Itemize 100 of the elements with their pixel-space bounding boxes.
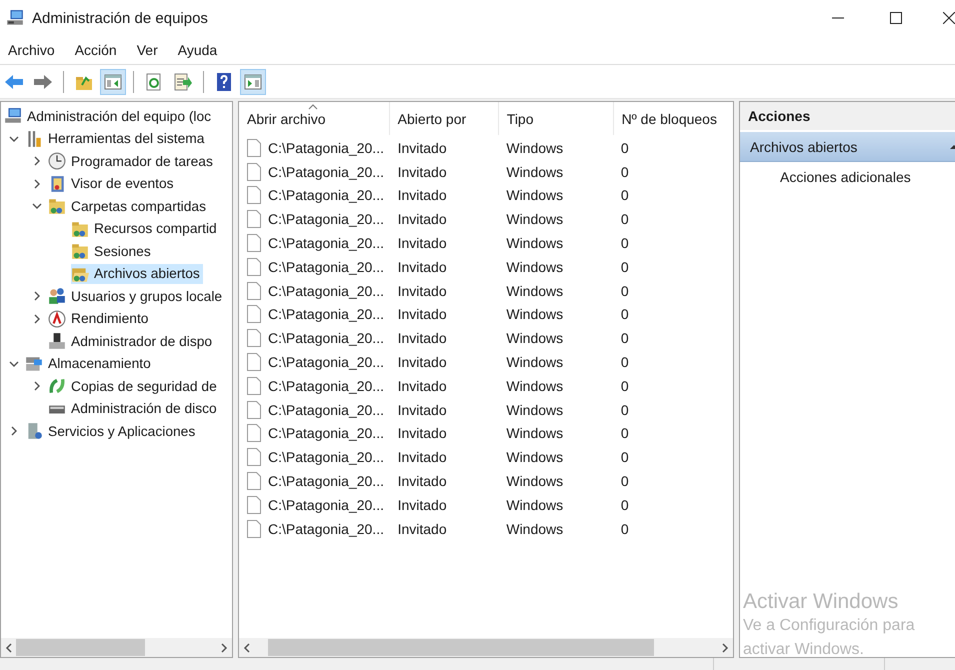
table-cell: 0 [620, 520, 629, 537]
table-cell: Windows [506, 282, 564, 299]
table-cell: C:\Patagonia_20... [268, 378, 384, 394]
table-cell: Invitado [398, 520, 447, 537]
table-cell: 0 [620, 306, 629, 322]
table-cell: Windows [506, 425, 564, 442]
chevron-right-icon[interactable] [721, 642, 729, 652]
activation-title: Activar Windows [743, 590, 900, 614]
shared-folder-icon [71, 242, 89, 260]
column-header[interactable]: Nº de bloqueos [614, 102, 733, 135]
table-cell: C:\Patagonia_20... [268, 496, 384, 513]
horizontal-scrollbar[interactable] [239, 638, 733, 657]
chevron-left-icon[interactable] [243, 642, 251, 652]
table-cell: 0 [620, 258, 629, 275]
table-cell: Windows [506, 473, 564, 490]
chevron-icon[interactable] [32, 291, 42, 302]
chevron-icon[interactable] [9, 358, 19, 369]
table-cell: 0 [620, 449, 629, 466]
chevron-icon[interactable] [32, 381, 42, 392]
chevron-icon[interactable] [32, 156, 42, 166]
tree-item[interactable]: Sesiones [71, 241, 154, 262]
table-cell: Windows [506, 520, 564, 537]
table-cell: Windows [506, 235, 564, 252]
table-cell: Invitado [398, 449, 447, 466]
chevron-icon[interactable] [32, 314, 42, 324]
column-header[interactable]: Tipo [498, 102, 614, 135]
chevron-icon[interactable] [32, 178, 42, 189]
file-icon [247, 376, 261, 395]
table-cell: C:\Patagonia_20... [268, 306, 384, 322]
table-cell: Invitado [398, 354, 447, 370]
tree-item[interactable]: Almacenamiento [25, 354, 154, 374]
tree-item[interactable]: Usuarios y grupos locale [48, 286, 226, 306]
pane-toggle-button[interactable] [100, 68, 126, 94]
table-cell: 0 [620, 282, 629, 299]
tree-item[interactable]: Programador de tareas [48, 151, 216, 172]
tree-item[interactable]: Rendimiento [48, 308, 152, 329]
column-header[interactable]: Abierto por [390, 102, 499, 135]
table-cell: Invitado [398, 425, 447, 442]
actions-section-header[interactable]: Archivos abiertos [740, 132, 955, 162]
file-icon [247, 234, 261, 252]
table-cell: C:\Patagonia_20... [268, 330, 384, 346]
table-cell: Windows [506, 164, 564, 180]
chevron-right-icon[interactable] [220, 642, 228, 652]
table-cell: Windows [506, 140, 564, 156]
table-cell: C:\Patagonia_20... [268, 449, 384, 466]
table-cell: 0 [620, 211, 629, 228]
tree-item[interactable]: Carpetas compartidas [48, 196, 209, 216]
file-icon [247, 329, 261, 348]
table-cell: 0 [620, 187, 629, 204]
table-cell: 0 [620, 425, 629, 442]
file-icon [247, 496, 261, 514]
tree-item[interactable]: Recursos compartid [71, 218, 220, 239]
menu-item[interactable]: Archivo [1, 40, 62, 60]
shared-folder-icon [71, 220, 89, 238]
pane-icon [243, 72, 263, 92]
chevron-icon[interactable] [32, 201, 42, 212]
tree-item[interactable]: Administración de disco [48, 398, 220, 419]
menu-item[interactable]: Ver [130, 40, 165, 60]
table-cell: Windows [506, 187, 564, 204]
table-cell: Invitado [398, 164, 447, 180]
table-cell: Invitado [398, 235, 447, 252]
table-cell: Invitado [398, 282, 447, 299]
tree-item[interactable]: Servicios y Aplicaciones [25, 421, 198, 442]
chevron-icon[interactable] [9, 426, 19, 436]
table-cell: Invitado [398, 258, 447, 275]
action-link[interactable]: Acciones adicionales [740, 162, 955, 185]
users-icon [48, 287, 66, 306]
tree-item[interactable]: Copias de seguridad de [48, 376, 220, 396]
table-cell: Invitado [398, 402, 447, 418]
file-icon [247, 472, 261, 490]
table-cell: C:\Patagonia_20... [268, 402, 384, 418]
table-cell: Windows [506, 330, 564, 346]
tree-item[interactable]: Archivos abiertos [71, 264, 203, 284]
table-cell: Windows [506, 402, 564, 418]
column-header[interactable]: Abrir archivo [239, 102, 390, 135]
pane-toggle-button[interactable] [240, 68, 266, 94]
computer-icon [4, 107, 22, 126]
tree-item[interactable]: Administración del equipo (loc [4, 106, 214, 126]
horizontal-scrollbar[interactable] [1, 638, 232, 657]
table-cell: Windows [506, 354, 564, 370]
file-icon [247, 162, 261, 181]
clock-icon [48, 152, 66, 170]
tree-item[interactable]: Visor de eventos [48, 174, 177, 194]
tree-item[interactable]: Herramientas del sistema [25, 128, 208, 149]
table-cell: C:\Patagonia_20... [268, 235, 384, 252]
chevron-icon[interactable] [9, 134, 19, 144]
table-cell: C:\Patagonia_20... [268, 354, 384, 370]
table-cell: 0 [620, 140, 629, 156]
table-cell: 0 [620, 378, 629, 394]
menu-item[interactable]: Acción [68, 40, 124, 60]
file-icon [247, 520, 261, 538]
table-cell: C:\Patagonia_20... [268, 282, 384, 299]
chevron-left-icon[interactable] [5, 642, 13, 652]
table-cell: Windows [506, 449, 564, 466]
export-icon [173, 72, 193, 92]
actions-header: Acciones [740, 102, 955, 132]
tree-item[interactable]: Administrador de dispo [48, 331, 216, 352]
table-cell: C:\Patagonia_20... [268, 425, 384, 442]
menu-item[interactable]: Ayuda [170, 40, 224, 60]
close-icon [943, 12, 955, 24]
